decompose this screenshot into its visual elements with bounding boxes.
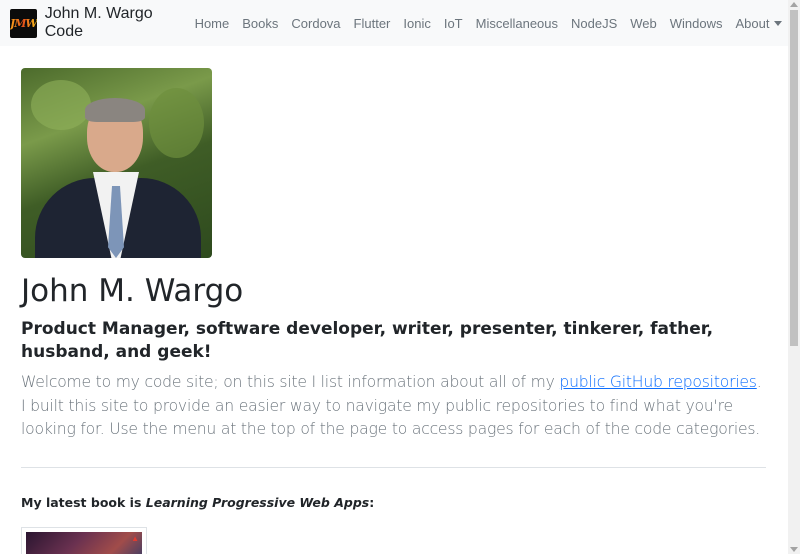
book-cover-image: ▲ bbox=[26, 531, 142, 554]
brand-logo-text: JMW bbox=[10, 16, 38, 30]
main-content: John M. Wargo Product Manager, software … bbox=[21, 68, 766, 554]
nav-item-cordova[interactable]: Cordova bbox=[285, 16, 347, 31]
intro-paragraph: Welcome to my code site; on this site I … bbox=[21, 371, 766, 442]
brand-logo: JMW bbox=[10, 8, 38, 38]
profile-name: John M. Wargo bbox=[21, 273, 244, 309]
profile-tagline: Product Manager, software developer, wri… bbox=[21, 319, 714, 362]
vertical-scrollbar[interactable] bbox=[788, 0, 800, 554]
github-repos-link[interactable]: public GitHub repositories bbox=[559, 373, 757, 391]
latest-book-suffix: : bbox=[369, 494, 375, 510]
nav-menu: Home Books Cordova Flutter Ionic IoT Mis… bbox=[188, 16, 788, 31]
nav-item-about-dropdown[interactable]: About bbox=[729, 16, 788, 31]
scroll-up-arrow-icon[interactable] bbox=[790, 2, 798, 7]
book-cover-thumbnail[interactable]: ▲ bbox=[21, 526, 147, 554]
latest-book-title: Learning Progressive Web Apps bbox=[145, 494, 370, 510]
nav-item-iot[interactable]: IoT bbox=[437, 16, 469, 31]
latest-book-prefix: My latest book is bbox=[21, 494, 146, 510]
latest-book-text: My latest book is Learning Progressive W… bbox=[21, 495, 766, 510]
nav-item-miscellaneous[interactable]: Miscellaneous bbox=[469, 16, 564, 31]
nav-item-windows[interactable]: Windows bbox=[663, 16, 729, 31]
brand-link[interactable]: JMW John M. Wargo Code bbox=[10, 5, 177, 41]
navbar: JMW John M. Wargo Code Home Books Cordov… bbox=[0, 0, 788, 46]
section-divider bbox=[21, 466, 766, 468]
profile-photo bbox=[21, 68, 212, 258]
nav-item-web[interactable]: Web bbox=[624, 16, 664, 31]
brand-name: John M. Wargo Code bbox=[44, 5, 153, 40]
nav-item-ionic[interactable]: Ionic bbox=[397, 16, 437, 31]
intro-text-start: Welcome to my code site; on this site I … bbox=[21, 373, 560, 391]
nav-item-nodejs[interactable]: NodeJS bbox=[565, 16, 624, 31]
nav-item-flutter[interactable]: Flutter bbox=[347, 16, 397, 31]
scrollbar-thumb[interactable] bbox=[790, 10, 798, 346]
nav-item-books[interactable]: Books bbox=[236, 16, 285, 31]
nav-item-home[interactable]: Home bbox=[188, 16, 236, 31]
book-publisher-mark-icon: ▲ bbox=[131, 533, 139, 543]
scroll-down-arrow-icon[interactable] bbox=[790, 547, 798, 552]
